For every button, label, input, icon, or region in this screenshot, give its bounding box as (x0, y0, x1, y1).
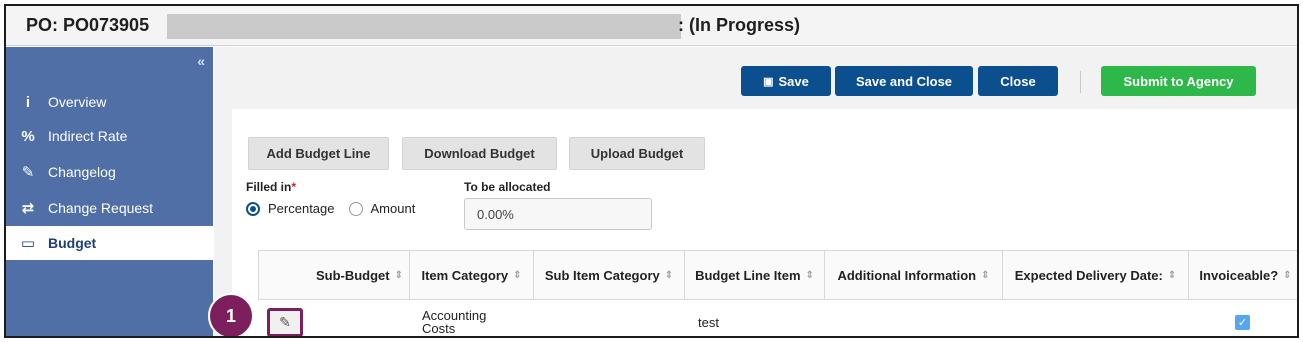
sort-icon[interactable]: ⇕ (1283, 270, 1291, 281)
sidebar-item-label: Changelog (48, 164, 116, 180)
column-header-invoiceable[interactable]: Invoiceable? ⇕ (1189, 251, 1297, 299)
percent-icon: % (21, 127, 35, 145)
submit-to-agency-button[interactable]: Submit to Agency (1101, 66, 1256, 96)
amount-radio[interactable] (348, 201, 363, 216)
percentage-radio-label[interactable]: Percentage (268, 201, 335, 216)
action-toolbar: ▣ Save Save and Close Close Submit to Ag… (214, 47, 1297, 109)
percentage-radio[interactable] (246, 201, 260, 216)
filled-in-label-text: Filled in (246, 180, 292, 194)
invoiceable-checkbox[interactable]: ✓ (1235, 314, 1250, 330)
po-status: : (In Progress) (678, 15, 801, 35)
sidebar-item-changelog[interactable]: ✎ Changelog (6, 155, 213, 189)
sort-icon[interactable]: ⇕ (806, 270, 814, 281)
step-callout-badge: 1 (208, 293, 254, 336)
edit-icon: ✎ (21, 164, 35, 181)
sort-icon[interactable]: ⇕ (395, 270, 403, 281)
download-budget-button[interactable]: Download Budget (402, 137, 557, 170)
sidebar-item-change-request[interactable]: ⇄ Change Request (6, 191, 213, 225)
additional-information-cell (825, 300, 1003, 336)
invoiceable-cell: ✓ (1189, 300, 1297, 336)
close-button[interactable]: Close (978, 66, 1058, 96)
sort-icon[interactable]: ⇕ (665, 270, 673, 281)
amount-radio-label[interactable]: Amount (371, 201, 416, 216)
redacted-title-block (167, 14, 681, 39)
column-label: Sub-Budget (315, 267, 390, 283)
column-header-sub-item-category[interactable]: Sub Item Category ⇕ (534, 251, 685, 299)
column-label: Expected Delivery Date: (1014, 267, 1163, 283)
column-label: Budget Line Item (695, 267, 801, 283)
upload-budget-button[interactable]: Upload Budget (569, 137, 705, 170)
sidebar: « i Overview % Indirect Rate ✎ Changelog… (6, 47, 213, 336)
column-label: Invoiceable? (1199, 267, 1279, 283)
budget-line-item-value: test (698, 314, 719, 330)
edit-row-button[interactable]: ✎ (267, 307, 303, 336)
save-button[interactable]: ▣ Save (741, 66, 831, 96)
item-category-value: Accounting Costs (422, 308, 487, 336)
filled-in-radio-group: Percentage Amount (246, 201, 415, 216)
column-label: Sub Item Category (544, 267, 660, 283)
table-row: ✎ Accounting Costs test ✓ (258, 300, 1297, 336)
money-icon: ▭ (20, 235, 36, 252)
sidebar-item-label: Overview (48, 94, 107, 110)
column-header-additional-information[interactable]: Additional Information ⇕ (825, 251, 1003, 299)
table-header-row: Sub-Budget ⇕ Item Category ⇕ Sub Item Cate… (258, 251, 1297, 300)
save-button-label: Save (778, 73, 809, 89)
to-be-allocated-field (464, 198, 652, 230)
sort-icon[interactable]: ⇕ (981, 270, 989, 281)
column-header-budget-line-item[interactable]: Budget Line Item ⇕ (685, 251, 825, 299)
budget-line-item-cell: test (685, 300, 825, 336)
budget-lines-table: Sub-Budget ⇕ Item Category ⇕ Sub Item Cate… (258, 250, 1297, 336)
sidebar-item-budget[interactable]: ▭ Budget (6, 226, 213, 260)
required-marker: * (291, 180, 297, 194)
column-header-sub-budget[interactable]: Sub-Budget ⇕ (258, 251, 410, 299)
title-bar: PO: PO073905 : (In Progress) (6, 6, 1297, 46)
sidebar-item-label: Change Request (48, 200, 154, 216)
po-title: PO: PO073905 (26, 15, 150, 35)
app-frame: PO: PO073905 : (In Progress) « i Overvie… (4, 4, 1299, 338)
exchange-icon: ⇄ (21, 200, 35, 217)
collapse-sidebar-icon[interactable]: « (197, 53, 205, 69)
floppy-icon: ▣ (763, 75, 774, 88)
info-icon: i (25, 93, 31, 111)
sidebar-item-indirect-rate[interactable]: % Indirect Rate (6, 119, 213, 153)
to-be-allocated-label: To be allocated (464, 180, 551, 194)
sidebar-item-label: Budget (48, 235, 97, 251)
sort-icon[interactable]: ⇕ (1168, 270, 1176, 281)
sub-budget-cell: ✎ (258, 300, 410, 336)
column-header-expected-delivery-date[interactable]: Expected Delivery Date: ⇕ (1003, 251, 1189, 299)
expected-delivery-date-cell (1003, 300, 1189, 336)
sub-item-category-cell (534, 300, 685, 336)
filled-in-label: Filled in* (246, 180, 296, 194)
item-category-cell: Accounting Costs (410, 300, 534, 336)
pencil-icon: ✎ (279, 313, 291, 330)
add-budget-line-button[interactable]: Add Budget Line (248, 137, 389, 170)
save-and-close-button[interactable]: Save and Close (835, 66, 973, 96)
sidebar-item-label: Indirect Rate (48, 128, 128, 144)
column-label: Item Category (421, 267, 509, 283)
toolbar-divider (1080, 71, 1081, 93)
column-header-item-category[interactable]: Item Category ⇕ (410, 251, 534, 299)
sort-icon[interactable]: ⇕ (513, 270, 521, 281)
budget-panel: Add Budget Line Download Budget Upload B… (232, 109, 1297, 336)
column-label: Additional Information (837, 267, 977, 283)
sidebar-item-overview[interactable]: i Overview (6, 85, 213, 119)
